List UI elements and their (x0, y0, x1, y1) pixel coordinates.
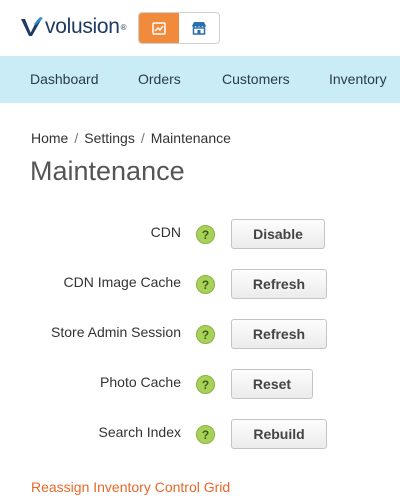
breadcrumb-separator: / (74, 130, 79, 146)
main-nav: Dashboard Orders Customers Inventory (0, 56, 400, 103)
row-label: CDN Image Cache (63, 274, 182, 290)
nav-item-orders[interactable]: Orders (138, 71, 181, 87)
storefront-view-button[interactable] (179, 13, 219, 43)
dashboard-view-button[interactable] (139, 13, 179, 43)
disable-cdn-button[interactable]: Disable (231, 219, 325, 249)
nav-item-dashboard[interactable]: Dashboard (30, 71, 99, 87)
help-icon[interactable]: ? (196, 375, 215, 394)
help-icon[interactable]: ? (196, 425, 215, 444)
maintenance-row-photo-cache: Photo Cache ? Reset (0, 369, 400, 399)
reassign-inventory-control-grid-link[interactable]: Reassign Inventory Control Grid (31, 479, 230, 495)
refresh-cdn-image-cache-button[interactable]: Refresh (231, 269, 327, 299)
top-bar: volusion ® (0, 0, 400, 56)
nav-item-customers[interactable]: Customers (222, 71, 290, 87)
volusion-logo[interactable]: volusion ® (20, 12, 127, 42)
help-icon[interactable]: ? (196, 275, 215, 294)
breadcrumb: Home / Settings / Maintenance (31, 130, 231, 146)
rebuild-search-index-button[interactable]: Rebuild (231, 419, 327, 449)
maintenance-row-cdn-image-cache: CDN Image Cache ? Refresh (0, 269, 400, 299)
nav-item-inventory[interactable]: Inventory (329, 71, 387, 87)
refresh-store-admin-session-button[interactable]: Refresh (231, 319, 327, 349)
breadcrumb-separator: / (140, 130, 145, 146)
row-label: Photo Cache (100, 374, 181, 390)
brand-registered-mark: ® (120, 22, 127, 32)
row-label: CDN (150, 224, 181, 240)
storefront-icon (192, 22, 206, 35)
page-title: Maintenance (30, 156, 185, 186)
breadcrumb-home[interactable]: Home (31, 130, 68, 146)
brand-name: volusion (45, 15, 120, 38)
view-toggle (138, 12, 220, 44)
chart-icon (152, 21, 166, 35)
help-icon[interactable]: ? (196, 325, 215, 344)
row-label: Search Index (98, 424, 182, 440)
maintenance-row-cdn: CDN ? Disable (0, 219, 400, 249)
breadcrumb-current: Maintenance (150, 130, 231, 146)
maintenance-row-search-index: Search Index ? Rebuild (0, 419, 400, 449)
maintenance-row-store-admin-session: Store Admin Session ? Refresh (0, 319, 400, 349)
breadcrumb-settings[interactable]: Settings (84, 130, 135, 146)
volusion-v-icon (21, 17, 43, 36)
row-label: Store Admin Session (51, 324, 181, 340)
help-icon[interactable]: ? (196, 225, 215, 244)
reset-photo-cache-button[interactable]: Reset (231, 369, 313, 399)
